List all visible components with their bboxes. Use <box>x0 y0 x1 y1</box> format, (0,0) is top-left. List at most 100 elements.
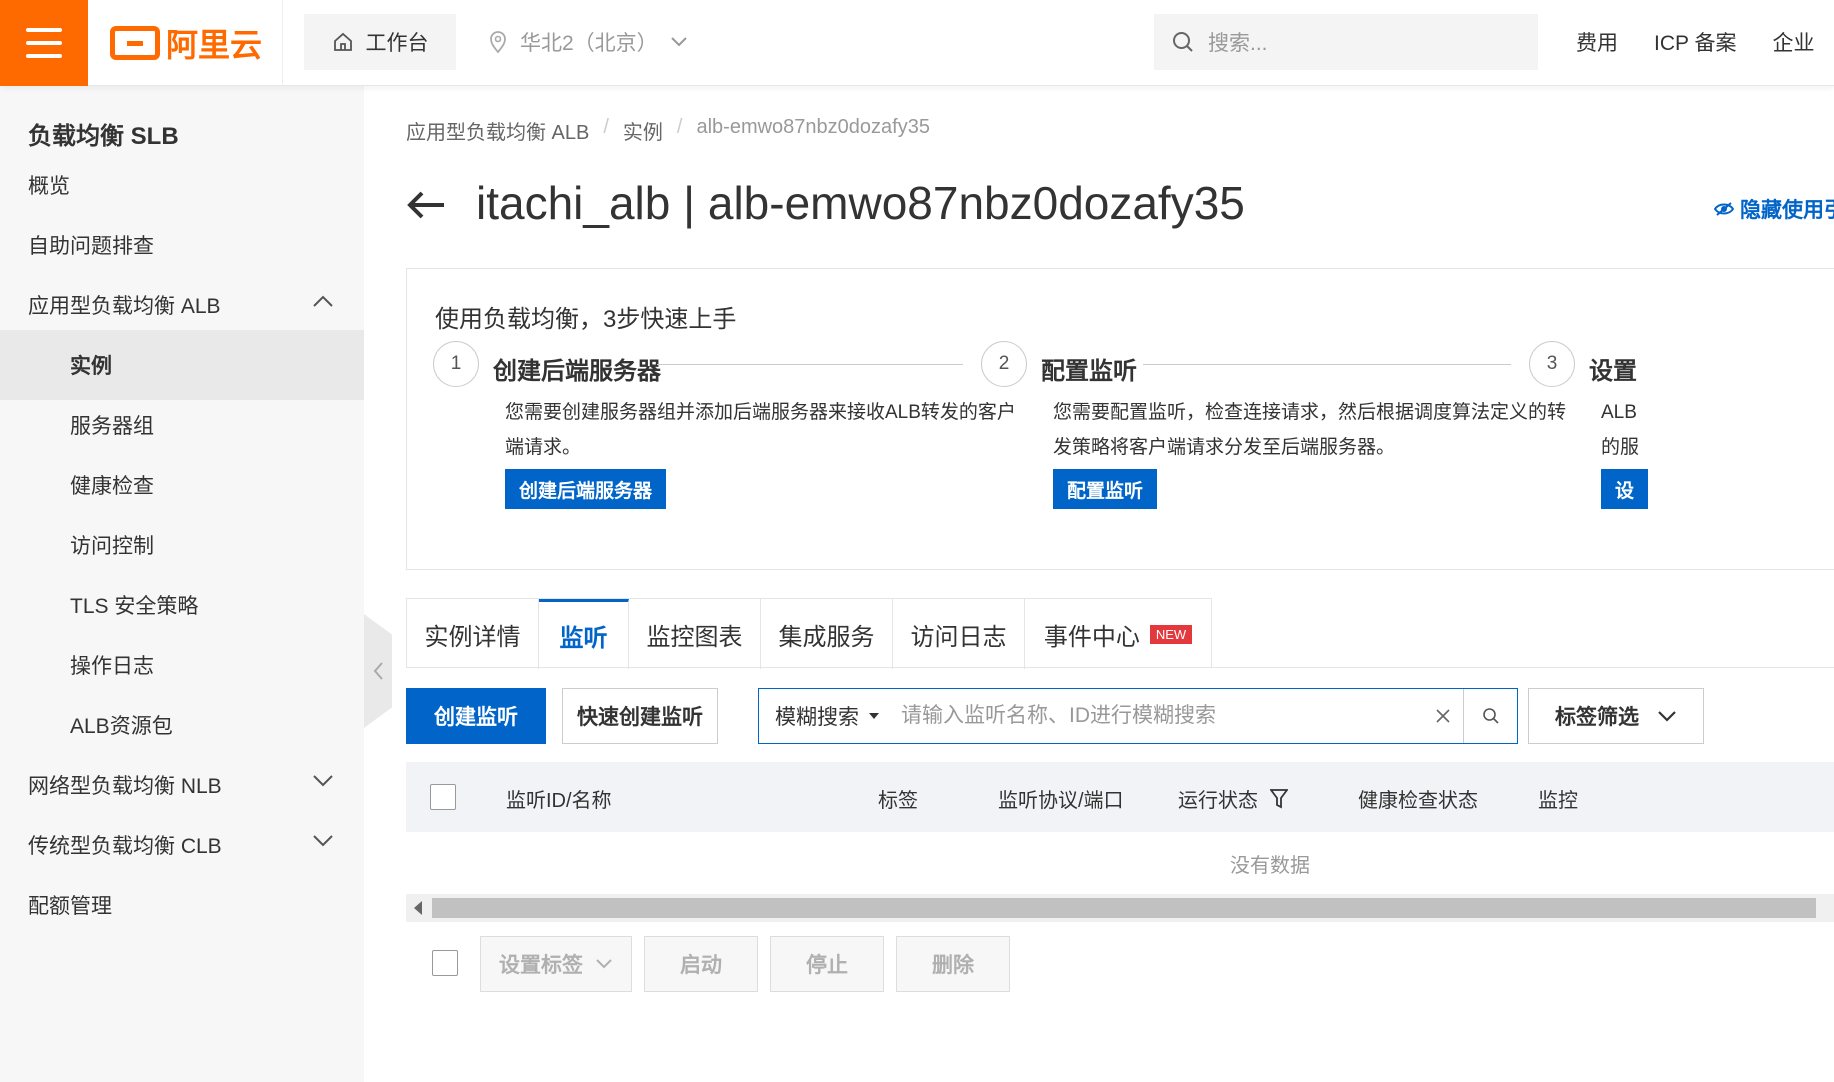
tab-integration[interactable]: 集成服务 <box>761 599 893 669</box>
tag-filter-label: 标签筛选 <box>1555 706 1639 729</box>
start-button[interactable]: 启动 <box>644 936 758 992</box>
empty-state: 没有数据 <box>1230 854 1310 877</box>
set-tag-label: 设置标签 <box>499 954 583 977</box>
logo-text: 阿里云 <box>166 27 263 63</box>
step-number: 2 <box>981 341 1027 387</box>
global-search-placeholder: 搜索... <box>1208 32 1268 55</box>
breadcrumb: 应用型负载均衡 ALB / 实例 / alb-emwo87nbz0dozafy3… <box>406 116 930 145</box>
select-all-bottom-checkbox[interactable] <box>432 950 458 976</box>
chevron-down-icon <box>313 775 333 787</box>
set-tag-button[interactable]: 设置标签 <box>480 936 632 992</box>
top-link-billing[interactable]: 费用 <box>1576 27 1618 57</box>
search-mode-label: 模糊搜索 <box>775 706 859 729</box>
top-links: 费用 ICP 备案 企业 <box>1576 14 1814 70</box>
select-all-checkbox[interactable] <box>430 784 456 810</box>
region-label: 华北2（北京） <box>520 32 658 55</box>
column-header-status[interactable]: 运行状态 <box>1178 784 1288 813</box>
step3-button[interactable]: 设 <box>1601 469 1649 509</box>
tabs-divider <box>406 667 1834 668</box>
filter-icon[interactable] <box>1270 788 1288 809</box>
sidebar-item-quota[interactable]: 配额管理 <box>0 870 364 940</box>
column-header-tags[interactable]: 标签 <box>878 784 918 813</box>
chevron-down-icon <box>596 959 612 969</box>
home-icon <box>333 32 352 51</box>
sidebar-item-label: 网络型负载均衡 NLB <box>28 775 222 798</box>
step-title: 设置 <box>1589 358 1637 385</box>
step-desc-line: 的服 <box>1601 437 1640 458</box>
search-icon[interactable] <box>1463 689 1517 743</box>
step-desc-line: 端请求。 <box>505 437 582 458</box>
chevron-down-icon <box>1658 711 1676 722</box>
column-header-protocol-port[interactable]: 监听协议/端口 <box>998 784 1124 813</box>
sidebar-item-label: 传统型负载均衡 CLB <box>28 835 222 858</box>
column-header-monitor[interactable]: 监控 <box>1538 784 1578 813</box>
scrollbar-thumb[interactable] <box>432 898 1816 918</box>
batch-actions: 设置标签 启动 停止 删除 <box>406 936 1306 992</box>
delete-button[interactable]: 删除 <box>896 936 1010 992</box>
configure-listener-button[interactable]: 配置监听 <box>1053 469 1158 509</box>
workbench-button[interactable]: 工作台 <box>304 14 456 70</box>
quick-start-guide: 使用负载均衡，3步快速上手 1 创建后端服务器 您需要创建服务器组并添加后端服务… <box>406 268 1834 570</box>
workbench-label: 工作台 <box>365 32 429 55</box>
search-mode-select[interactable]: 模糊搜索 <box>759 689 895 743</box>
stop-button[interactable]: 停止 <box>770 936 884 992</box>
column-header-health[interactable]: 健康检查状态 <box>1358 784 1478 813</box>
horizontal-scrollbar[interactable] <box>406 894 1834 922</box>
caret-down-icon <box>869 713 879 719</box>
sidebar-item-label: 应用型负载均衡 ALB <box>28 295 221 318</box>
top-link-icp[interactable]: ICP 备案 <box>1654 27 1736 57</box>
column-header-label: 运行状态 <box>1178 790 1258 812</box>
global-search[interactable]: 搜索... <box>1154 14 1538 70</box>
listener-search-input[interactable] <box>895 689 1423 743</box>
breadcrumb-alb[interactable]: 应用型负载均衡 ALB <box>406 116 589 145</box>
tab-listeners[interactable]: 监听 <box>539 599 629 669</box>
step-desc-line: 您需要配置监听，检查连接请求，然后根据调度算法定义的转 <box>1053 402 1567 423</box>
quick-create-listener-button[interactable]: 快速创建监听 <box>562 688 718 744</box>
menu-icon[interactable] <box>0 0 88 86</box>
clear-icon[interactable] <box>1423 689 1463 743</box>
column-header-listener-id[interactable]: 监听ID/名称 <box>506 784 612 813</box>
chevron-down-icon <box>313 835 333 847</box>
step-number: 3 <box>1529 341 1575 387</box>
step-desc: 您需要创建服务器组并添加后端服务器来接收ALB转发的客户 端请求。 <box>505 395 1016 465</box>
tab-access-log[interactable]: 访问日志 <box>893 599 1025 669</box>
new-badge: NEW <box>1149 624 1193 644</box>
instance-tabs: 实例详情 监听 监控图表 集成服务 访问日志 事件中心 NEW <box>406 598 1212 669</box>
top-link-enterprise[interactable]: 企业 <box>1772 27 1814 57</box>
location-icon <box>490 31 506 54</box>
step-connector <box>1143 364 1511 365</box>
divider <box>282 0 283 86</box>
step-title: 配置监听 <box>1041 358 1137 385</box>
tag-filter-button[interactable]: 标签筛选 <box>1528 688 1704 744</box>
create-backend-server-button[interactable]: 创建后端服务器 <box>505 469 667 509</box>
tab-instance-details[interactable]: 实例详情 <box>407 599 539 669</box>
tab-monitoring[interactable]: 监控图表 <box>629 599 761 669</box>
scroll-left-icon[interactable] <box>414 901 422 915</box>
step-desc-line: ALB <box>1601 402 1637 423</box>
breadcrumb-current: alb-emwo87nbz0dozafy35 <box>696 116 930 138</box>
sidebar-title: 负载均衡 SLB <box>28 123 179 150</box>
listener-search: 模糊搜索 <box>758 688 1518 744</box>
chevron-up-icon <box>313 295 333 307</box>
step-desc-line: 发策略将客户端请求分发至后端服务器。 <box>1053 437 1396 458</box>
step-desc-line: 您需要创建服务器组并添加后端服务器来接收ALB转发的客户 <box>505 402 1016 423</box>
aliyun-logo[interactable]: 阿里云 <box>110 22 262 64</box>
tab-event-center[interactable]: 事件中心 NEW <box>1025 599 1211 669</box>
aliyun-logo-mark <box>110 26 160 60</box>
step-desc: 您需要配置监听，检查连接请求，然后根据调度算法定义的转 发策略将客户端请求分发至… <box>1053 395 1566 465</box>
step-number: 1 <box>433 341 479 387</box>
hide-guide-label: 隐藏使用引 <box>1740 199 1834 222</box>
breadcrumb-instances[interactable]: 实例 <box>623 116 663 145</box>
breadcrumb-separator: / <box>676 116 683 138</box>
eye-off-icon <box>1714 202 1734 216</box>
hide-guide-link[interactable]: 隐藏使用引 <box>1714 194 1834 224</box>
back-arrow-icon[interactable] <box>406 190 446 220</box>
breadcrumb-separator: / <box>603 116 609 138</box>
search-icon <box>1173 32 1193 52</box>
sidebar: 负载均衡 SLB 概览 自助问题排查 应用型负载均衡 ALB 实例 服务器组 健… <box>0 86 364 1082</box>
create-listener-button[interactable]: 创建监听 <box>406 688 546 744</box>
guide-title: 使用负载均衡，3步快速上手 <box>435 306 737 333</box>
tab-label: 事件中心 <box>1043 623 1140 651</box>
main-content: 应用型负载均衡 ALB / 实例 / alb-emwo87nbz0dozafy3… <box>364 86 1834 1082</box>
region-selector[interactable]: 华北2（北京） <box>488 14 688 70</box>
